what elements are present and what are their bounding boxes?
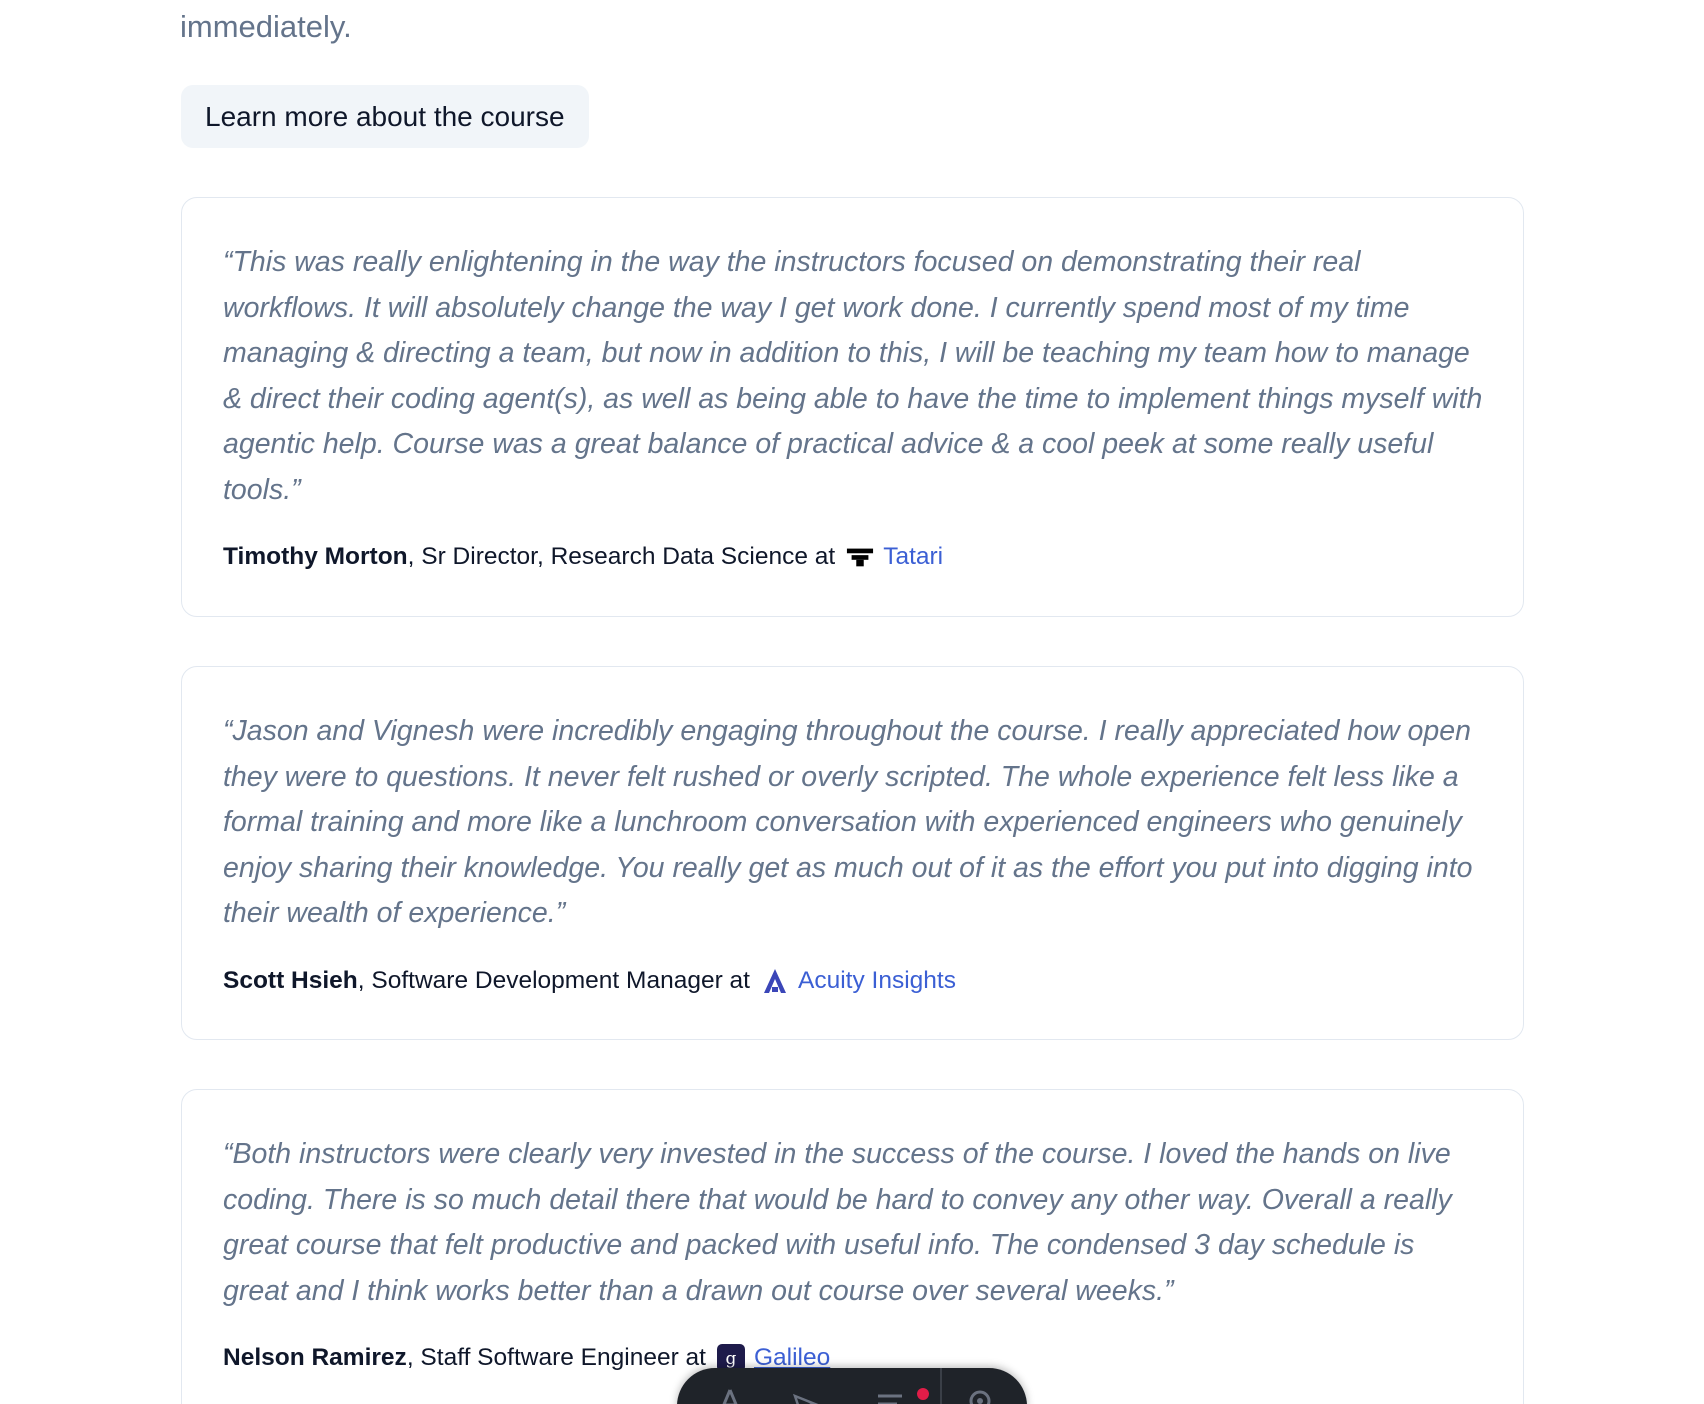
company-link-acuity[interactable]: Acuity Insights <box>798 963 956 999</box>
testimonial-card: “Both instructors were clearly very inve… <box>181 1089 1524 1404</box>
company-link-tatari[interactable]: Tatari <box>883 539 943 575</box>
page: immediately. Learn more about the course… <box>0 0 1704 1404</box>
notification-dot <box>917 1388 929 1400</box>
layers-icon[interactable] <box>875 1386 905 1404</box>
intro-text-tail: immediately. <box>180 9 352 44</box>
testimonial-card: “Jason and Vignesh were incredibly engag… <box>181 666 1524 1040</box>
author-name: Scott Hsieh <box>223 966 358 994</box>
settings-icon[interactable] <box>965 1386 995 1404</box>
author-name: Timothy Morton <box>223 543 408 570</box>
testimonial-quote: “This was really enlightening in the way… <box>223 246 1483 506</box>
testimonial-author: Timothy Morton , Sr Director, Research D… <box>223 539 1483 575</box>
author-role: , Software Development Manager at <box>357 966 750 994</box>
svg-text:g: g <box>726 1349 737 1369</box>
testimonial-quote: “Jason and Vignesh were incredibly engag… <box>223 715 1473 929</box>
testimonial-quote: “Both instructors were clearly very inve… <box>223 1138 1452 1307</box>
testimonial-card: “This was really enlightening in the way… <box>181 197 1524 617</box>
testimonial-author: Scott Hsieh , Software Development Manag… <box>223 963 1483 999</box>
author-name: Nelson Ramirez <box>223 1344 407 1371</box>
pointer-tool-icon[interactable] <box>789 1386 819 1404</box>
toolbar-divider <box>940 1368 942 1404</box>
author-role: , Sr Director, Research Data Science at <box>407 543 836 570</box>
floating-toolbar <box>677 1368 1027 1404</box>
tatari-logo-icon <box>846 543 874 571</box>
author-role: , Staff Software Engineer at <box>406 1344 706 1371</box>
learn-more-button[interactable]: Learn more about the course <box>181 85 589 148</box>
acuity-logo-icon <box>761 967 789 995</box>
text-tool-icon[interactable] <box>715 1386 745 1404</box>
